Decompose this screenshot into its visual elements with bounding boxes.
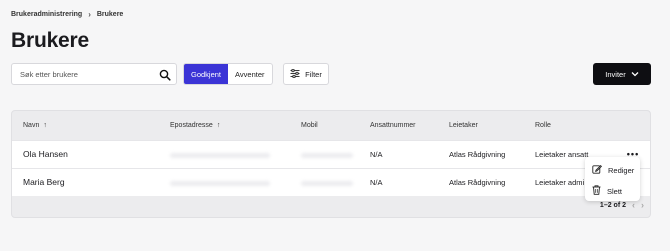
edit-icon bbox=[592, 164, 603, 176]
column-label: Navn bbox=[23, 122, 40, 129]
row-actions-menu: Rediger Slett bbox=[585, 157, 640, 201]
search-box[interactable] bbox=[11, 63, 177, 85]
column-header-email[interactable]: Epostadresse ↑ bbox=[170, 122, 220, 129]
table-row[interactable]: Ola Hansen N/A Atlas Rådgivning Leietake… bbox=[12, 140, 650, 168]
delete-menu-item[interactable]: Slett bbox=[592, 185, 622, 197]
user-name: Ola Hansen bbox=[23, 149, 68, 159]
employee-number: N/A bbox=[370, 150, 383, 159]
column-header-employee-no[interactable]: Ansattnummer bbox=[370, 122, 416, 129]
status-approved-button[interactable]: Godkjent bbox=[184, 64, 229, 84]
breadcrumb-separator-icon: › bbox=[88, 10, 91, 19]
invite-button[interactable]: Inviter bbox=[593, 63, 651, 85]
employee-number: N/A bbox=[370, 178, 383, 187]
column-label: Mobil bbox=[301, 122, 318, 129]
column-label: Rolle bbox=[535, 122, 551, 129]
filter-button[interactable]: Filter bbox=[283, 63, 329, 85]
table-header: Navn ↑ Epostadresse ↑ Mobil Ansattnummer… bbox=[12, 111, 650, 140]
column-label: Leietaker bbox=[449, 122, 478, 129]
users-table: Navn ↑ Epostadresse ↑ Mobil Ansattnummer… bbox=[11, 110, 651, 218]
sliders-icon bbox=[290, 68, 300, 80]
column-header-tenant[interactable]: Leietaker bbox=[449, 122, 478, 129]
tenant-name: Atlas Rådgivning bbox=[449, 150, 506, 159]
sort-arrow-icon: ↑ bbox=[43, 122, 47, 129]
trash-icon bbox=[592, 185, 601, 197]
user-role: Leietaker ansatt bbox=[535, 150, 589, 159]
mobile-redacted bbox=[301, 181, 353, 186]
column-header-name[interactable]: Navn ↑ bbox=[23, 122, 47, 129]
pagination: 1–2 of 2 ‹ › bbox=[600, 200, 644, 210]
edit-label: Rediger bbox=[608, 165, 635, 175]
column-header-role[interactable]: Rolle bbox=[535, 122, 551, 129]
search-icon[interactable] bbox=[159, 68, 171, 81]
sort-arrow-icon: ↑ bbox=[216, 122, 221, 129]
status-toggle: Godkjent Avventer bbox=[183, 63, 273, 85]
breadcrumb-parent-link[interactable]: Brukeradministrering bbox=[11, 11, 82, 18]
column-label: Ansattnummer bbox=[370, 122, 416, 129]
user-role: Leietaker admi bbox=[535, 178, 585, 187]
email-redacted bbox=[170, 181, 270, 186]
pagination-range: 1–2 of 2 bbox=[599, 201, 626, 209]
prev-page-icon[interactable]: ‹ bbox=[632, 200, 635, 210]
edit-menu-item[interactable]: Rediger bbox=[592, 164, 634, 176]
next-page-icon[interactable]: › bbox=[641, 200, 644, 210]
breadcrumb-current: Brukere bbox=[96, 11, 124, 18]
column-label: Epostadresse bbox=[170, 122, 213, 129]
page-title: Brukere bbox=[11, 29, 89, 52]
column-header-mobile[interactable]: Mobil bbox=[301, 122, 318, 129]
status-pending-button[interactable]: Avventer bbox=[228, 64, 271, 84]
tenant-name: Atlas Rådgivning bbox=[449, 178, 506, 187]
delete-label: Slett bbox=[607, 186, 623, 196]
user-name: Maria Berg bbox=[23, 177, 65, 187]
breadcrumb: Brukeradministrering › Brukere bbox=[11, 10, 123, 19]
invite-label: Inviter bbox=[605, 69, 626, 79]
filter-label: Filter bbox=[305, 69, 322, 79]
search-input[interactable] bbox=[20, 69, 160, 79]
table-row[interactable]: Maria Berg N/A Atlas Rådgivning Leietake… bbox=[12, 168, 650, 196]
email-redacted bbox=[170, 153, 270, 158]
chevron-down-icon bbox=[631, 70, 639, 79]
mobile-redacted bbox=[301, 153, 353, 158]
